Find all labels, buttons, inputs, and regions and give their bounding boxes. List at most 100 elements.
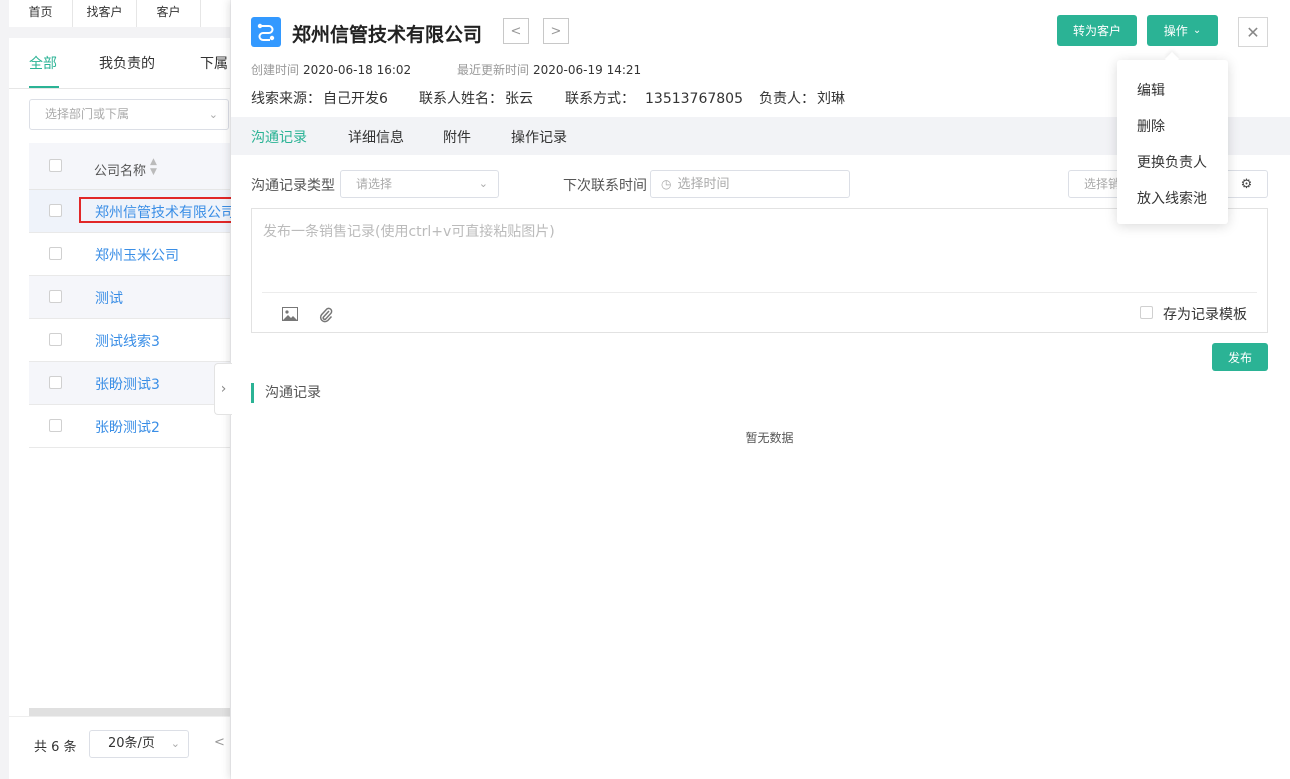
table-row[interactable]: 测试 bbox=[29, 276, 230, 319]
pagination: 共 6 条 20条/页 ⌄ < bbox=[9, 716, 230, 779]
table-row[interactable]: 测试线索3 bbox=[29, 319, 230, 362]
next-contact-date-picker[interactable]: ◷ 选择时间 bbox=[650, 170, 850, 198]
row-checkbox[interactable] bbox=[49, 376, 62, 389]
template-select-placeholder: 选择销 bbox=[1084, 177, 1121, 191]
clock-icon: ◷ bbox=[661, 177, 672, 191]
updated-time: 最近更新时间 2020-06-19 14:21 bbox=[457, 61, 641, 78]
close-icon[interactable]: ✕ bbox=[1238, 17, 1268, 47]
chevron-down-icon: ⌄ bbox=[170, 737, 180, 750]
next-contact-label: 下次联系时间 bbox=[563, 178, 647, 194]
list-tabs: 全部 我负责的 下属 bbox=[9, 38, 230, 89]
lead-source: 线索来源： 自己开发6 bbox=[251, 88, 388, 108]
menu-item-move-to-pool[interactable]: 放入线索池 bbox=[1137, 188, 1207, 208]
tab-attachments[interactable]: 附件 bbox=[443, 127, 471, 147]
row-checkbox[interactable] bbox=[49, 290, 62, 303]
composer-placeholder: 发布一条销售记录(使用ctrl+v可直接粘贴图片) bbox=[263, 224, 555, 240]
prev-record-icon[interactable]: < bbox=[503, 18, 529, 44]
row-checkbox[interactable] bbox=[49, 333, 62, 346]
nav-item-customer[interactable]: 客户 bbox=[137, 0, 201, 27]
updated-time-value: 2020-06-19 14:21 bbox=[533, 63, 642, 77]
contact-method: 联系方式： 13513767805 bbox=[565, 88, 743, 108]
horizontal-scrollbar[interactable] bbox=[29, 708, 230, 716]
actions-button[interactable]: 操作 ⌄ bbox=[1147, 15, 1218, 46]
prev-page-icon[interactable]: < bbox=[214, 735, 225, 750]
publish-button[interactable]: 发布 bbox=[1212, 343, 1268, 371]
expand-toggle-icon[interactable]: › bbox=[214, 363, 232, 415]
table-row[interactable]: 张盼测试2 bbox=[29, 405, 230, 448]
tab-mine[interactable]: 我负责的 bbox=[99, 53, 155, 73]
company-link[interactable]: 张盼测试2 bbox=[95, 417, 160, 437]
column-header-company[interactable]: 公司名称▲ ▼ bbox=[94, 157, 157, 179]
select-all-checkbox[interactable] bbox=[49, 159, 62, 172]
active-tab-underline bbox=[29, 86, 59, 88]
save-template-label: 存为记录模板 bbox=[1163, 307, 1247, 323]
row-checkbox[interactable] bbox=[49, 419, 62, 432]
attachment-icon[interactable] bbox=[319, 307, 333, 327]
tab-subordinates[interactable]: 下属 bbox=[200, 53, 228, 73]
chevron-down-icon: ⌄ bbox=[208, 108, 218, 121]
convert-to-customer-button[interactable]: 转为客户 bbox=[1057, 15, 1137, 46]
sort-icon[interactable]: ▲ ▼ bbox=[150, 157, 157, 177]
tab-communication-records[interactable]: 沟通记录 bbox=[251, 127, 307, 147]
owner-value: 刘琳 bbox=[817, 91, 845, 107]
updated-time-label: 最近更新时间 bbox=[457, 63, 530, 77]
created-time-label: 创建时间 bbox=[251, 63, 300, 77]
menu-item-delete[interactable]: 删除 bbox=[1137, 116, 1165, 136]
dept-select-placeholder: 选择部门或下属 bbox=[45, 107, 130, 121]
actions-dropdown-menu: 编辑 删除 更换负责人 放入线索池 bbox=[1117, 60, 1228, 224]
column-header-label: 公司名称 bbox=[94, 164, 147, 179]
lead-source-label: 线索来源： bbox=[251, 91, 321, 107]
page-size-select[interactable]: 20条/页 ⌄ bbox=[89, 730, 189, 758]
row-checkbox[interactable] bbox=[49, 204, 62, 217]
company-link[interactable]: 郑州信管技术有限公司 bbox=[95, 202, 235, 222]
menu-item-edit[interactable]: 编辑 bbox=[1137, 80, 1165, 100]
company-link[interactable]: 张盼测试3 bbox=[95, 374, 160, 394]
contact-method-value: 13513767805 bbox=[645, 91, 743, 107]
owner-label: 负责人： bbox=[759, 91, 815, 107]
records-section-title: 沟通记录 bbox=[251, 383, 321, 403]
next-record-icon[interactable]: > bbox=[543, 18, 569, 44]
created-time: 创建时间 2020-06-18 16:02 bbox=[251, 61, 411, 78]
composer-divider bbox=[262, 292, 1257, 293]
owner: 负责人： 刘琳 bbox=[759, 88, 845, 108]
image-icon[interactable] bbox=[282, 307, 298, 325]
lead-logo-icon bbox=[251, 17, 281, 47]
contact-method-label: 联系方式： bbox=[565, 91, 635, 107]
table-row[interactable]: 郑州玉米公司 bbox=[29, 233, 230, 276]
company-link[interactable]: 测试线索3 bbox=[95, 331, 160, 351]
contact-name: 联系人姓名： 张云 bbox=[419, 88, 533, 108]
menu-item-change-owner[interactable]: 更换负责人 bbox=[1137, 152, 1207, 172]
table-row[interactable]: 郑州信管技术有限公司 bbox=[29, 190, 235, 233]
dept-select[interactable]: 选择部门或下属 ⌄ bbox=[29, 99, 229, 130]
row-checkbox[interactable] bbox=[49, 247, 62, 260]
next-contact-placeholder: 选择时间 bbox=[677, 177, 730, 192]
lead-list-panel: 全部 我负责的 下属 选择部门或下属 ⌄ 公司名称▲ ▼ 郑州信管技术有限公司 郑… bbox=[9, 38, 235, 779]
record-type-label: 沟通记录类型 bbox=[251, 178, 335, 194]
drawer-title: 郑州信管技术有限公司 bbox=[292, 24, 483, 46]
chevron-down-icon: ⌄ bbox=[478, 177, 488, 190]
created-time-value: 2020-06-18 16:02 bbox=[303, 63, 412, 77]
tab-details[interactable]: 详细信息 bbox=[348, 127, 404, 147]
company-link[interactable]: 郑州玉米公司 bbox=[95, 245, 179, 265]
empty-state: 暂无数据 bbox=[745, 431, 794, 445]
tab-operation-log[interactable]: 操作记录 bbox=[511, 127, 567, 147]
actions-button-label: 操作 bbox=[1163, 24, 1188, 38]
table-row[interactable]: 张盼测试3 bbox=[29, 362, 230, 405]
total-count: 共 6 条 bbox=[34, 740, 77, 755]
lead-source-value: 自己开发6 bbox=[323, 91, 388, 107]
tab-all[interactable]: 全部 bbox=[29, 53, 57, 73]
nav-item-find-customer[interactable]: 找客户 bbox=[73, 0, 137, 27]
record-composer[interactable]: 发布一条销售记录(使用ctrl+v可直接粘贴图片) 存为记录模板 bbox=[251, 208, 1268, 333]
record-type-select[interactable]: 请选择 ⌄ bbox=[340, 170, 499, 198]
record-type-placeholder: 请选择 bbox=[356, 177, 393, 191]
table-header: 公司名称▲ ▼ bbox=[29, 143, 230, 190]
top-nav: 首页 找客户 客户 bbox=[9, 0, 230, 27]
contact-name-value: 张云 bbox=[505, 91, 533, 107]
contact-name-label: 联系人姓名： bbox=[419, 91, 503, 107]
save-template-checkbox[interactable] bbox=[1140, 306, 1153, 319]
gear-icon[interactable]: ⚙ bbox=[1226, 170, 1268, 198]
company-link[interactable]: 测试 bbox=[95, 288, 123, 308]
nav-item-home[interactable]: 首页 bbox=[9, 0, 73, 27]
lead-table: 公司名称▲ ▼ 郑州信管技术有限公司 郑州玉米公司 测试 测试线索3 张盼测试3 … bbox=[29, 143, 235, 448]
page-size-value: 20条/页 bbox=[108, 736, 155, 751]
